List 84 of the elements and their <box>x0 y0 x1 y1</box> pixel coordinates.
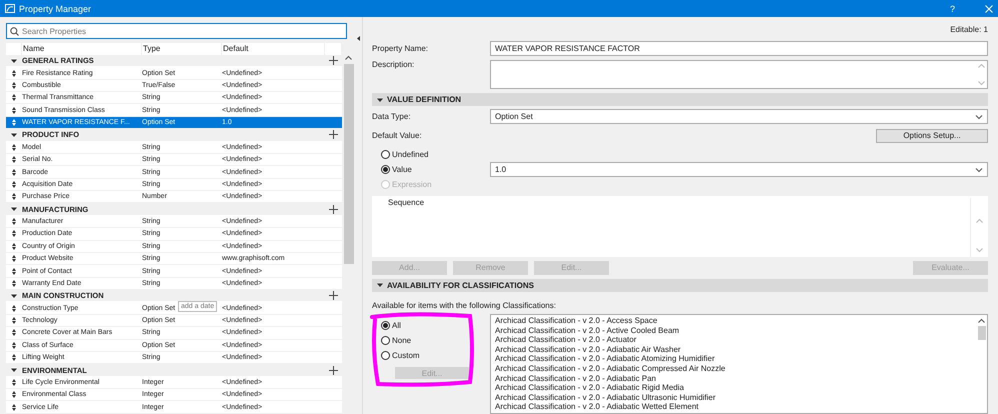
close-icon[interactable] <box>985 4 993 12</box>
classification-item[interactable]: Archicad Classification - v 2.0 - Adiabatic Pan <box>495 374 972 384</box>
drag-handle-icon[interactable] <box>12 119 16 126</box>
drag-handle-icon[interactable] <box>12 255 16 262</box>
radio-button[interactable]: None <box>381 333 490 348</box>
field-label: Default Value: <box>372 131 422 140</box>
radio-circle[interactable] <box>381 336 390 345</box>
options-setup-button[interactable]: Options Setup... <box>876 128 988 143</box>
classification-item[interactable]: Archicad Classification - v 2.0 - Adiabatic Ultrasonic Humidifier <box>495 392 972 402</box>
field-label: Data Type: <box>372 112 412 122</box>
drag-handle-icon[interactable] <box>12 354 16 362</box>
expand-icon[interactable] <box>11 58 17 64</box>
radio-button[interactable]: Undefined <box>381 147 490 162</box>
help-button[interactable]: ? <box>950 4 955 14</box>
classification-item[interactable]: Archicad Classification - v 2.0 - Adiabatic Air Washer <box>495 344 972 354</box>
add-icon[interactable] <box>329 56 338 66</box>
radio-button[interactable]: Value <box>381 162 490 178</box>
window-title: Property Manager <box>19 4 92 14</box>
data-type-dropdown[interactable]: Option Set <box>490 109 988 124</box>
drag-handle-icon[interactable] <box>12 317 16 324</box>
drag-handle-icon[interactable] <box>12 280 16 287</box>
search-icon <box>10 27 19 36</box>
caption-text: Available for items with the following Classifications: <box>372 301 557 310</box>
classification-item[interactable]: Archicad Classification - v 2.0 - Actuator <box>495 335 972 345</box>
drag-handle-icon[interactable] <box>12 94 16 102</box>
drag-handle-icon[interactable] <box>12 218 16 226</box>
splitter-arrow-icon[interactable] <box>356 36 360 41</box>
drag-handle-icon[interactable] <box>12 329 16 336</box>
classification-item[interactable]: Archicad Classification - v 2.0 - Adiabatic Wetted Element <box>495 402 972 412</box>
classification-item[interactable]: Archicad Classification - v 2.0 - Adiabatic Compressed Air Nozzle <box>495 364 972 374</box>
add-icon[interactable] <box>329 204 338 214</box>
drag-handle-icon[interactable] <box>12 156 16 164</box>
drag-handle-icon[interactable] <box>12 304 16 312</box>
field-label: Description: <box>372 60 416 69</box>
classification-item[interactable]: Archicad Classification - v 2.0 - Adiabatic Rigid Media <box>495 383 972 393</box>
radio-button[interactable]: Custom <box>381 348 490 363</box>
drag-handle-icon[interactable] <box>12 378 16 386</box>
expand-icon[interactable] <box>377 96 383 103</box>
radio-circle[interactable] <box>381 165 390 174</box>
section-header[interactable]: VALUE DEFINITION <box>372 93 988 106</box>
drag-handle-icon[interactable] <box>12 144 16 151</box>
radio-button[interactable]: All <box>381 318 490 333</box>
section-title: VALUE DEFINITION <box>387 95 462 104</box>
add-icon[interactable] <box>329 291 338 300</box>
expand-icon[interactable] <box>11 292 17 299</box>
expand-icon[interactable] <box>377 282 383 288</box>
expand-icon[interactable] <box>11 132 17 138</box>
radio-circle[interactable] <box>381 351 390 360</box>
radio-circle[interactable] <box>381 150 390 160</box>
scroll-up-icon[interactable] <box>345 55 352 60</box>
drag-handle-icon[interactable] <box>12 168 16 176</box>
add-icon[interactable] <box>329 366 338 375</box>
drag-handle-icon[interactable] <box>12 242 16 250</box>
search-field[interactable]: Search Properties <box>6 23 347 39</box>
scrollbar-thumb[interactable] <box>344 64 354 264</box>
classification-item[interactable]: Archicad Classification - v 2.0 - Adiabatic Atomizing Humidifier <box>495 354 972 364</box>
classification-item[interactable]: Archicad Classification - v 2.0 - Active Cooled Beam <box>495 326 972 336</box>
property-name-field[interactable]: WATER VAPOR RESISTANCE FACTOR <box>490 41 988 56</box>
scrollbar-thumb[interactable] <box>978 326 986 340</box>
drag-handle-icon[interactable] <box>12 391 16 398</box>
section-title: AVAILABILITY FOR CLASSIFICATIONS <box>387 280 534 290</box>
drag-handle-icon[interactable] <box>12 404 16 411</box>
caret-icon <box>975 166 983 173</box>
section-header[interactable]: AVAILABILITY FOR CLASSIFICATIONS <box>372 278 988 292</box>
app-icon <box>5 4 15 13</box>
drag-handle-icon[interactable] <box>12 70 16 77</box>
drag-handle-icon[interactable] <box>12 193 16 200</box>
value-dropdown[interactable]: 1.0 <box>490 162 988 178</box>
drag-handle-icon[interactable] <box>12 106 16 114</box>
caret-icon <box>975 114 983 120</box>
drag-handle-icon[interactable] <box>12 342 16 349</box>
drag-handle-icon[interactable] <box>12 230 16 238</box>
expand-icon[interactable] <box>11 206 17 212</box>
drag-handle-icon[interactable] <box>12 82 16 89</box>
radio-circle[interactable] <box>381 321 390 330</box>
field-label: Property Name: <box>372 44 430 53</box>
drag-handle-icon[interactable] <box>12 180 16 188</box>
editable-count: Editable: 1 <box>950 25 988 34</box>
drag-handle-icon[interactable] <box>12 268 16 275</box>
expand-icon[interactable] <box>11 367 17 374</box>
classification-item[interactable]: Archicad Classification - v 2.0 - Access Space <box>495 316 972 326</box>
column-header: Sequence <box>388 198 426 210</box>
add-icon[interactable] <box>329 130 338 140</box>
scroll-up-icon[interactable] <box>978 318 985 323</box>
